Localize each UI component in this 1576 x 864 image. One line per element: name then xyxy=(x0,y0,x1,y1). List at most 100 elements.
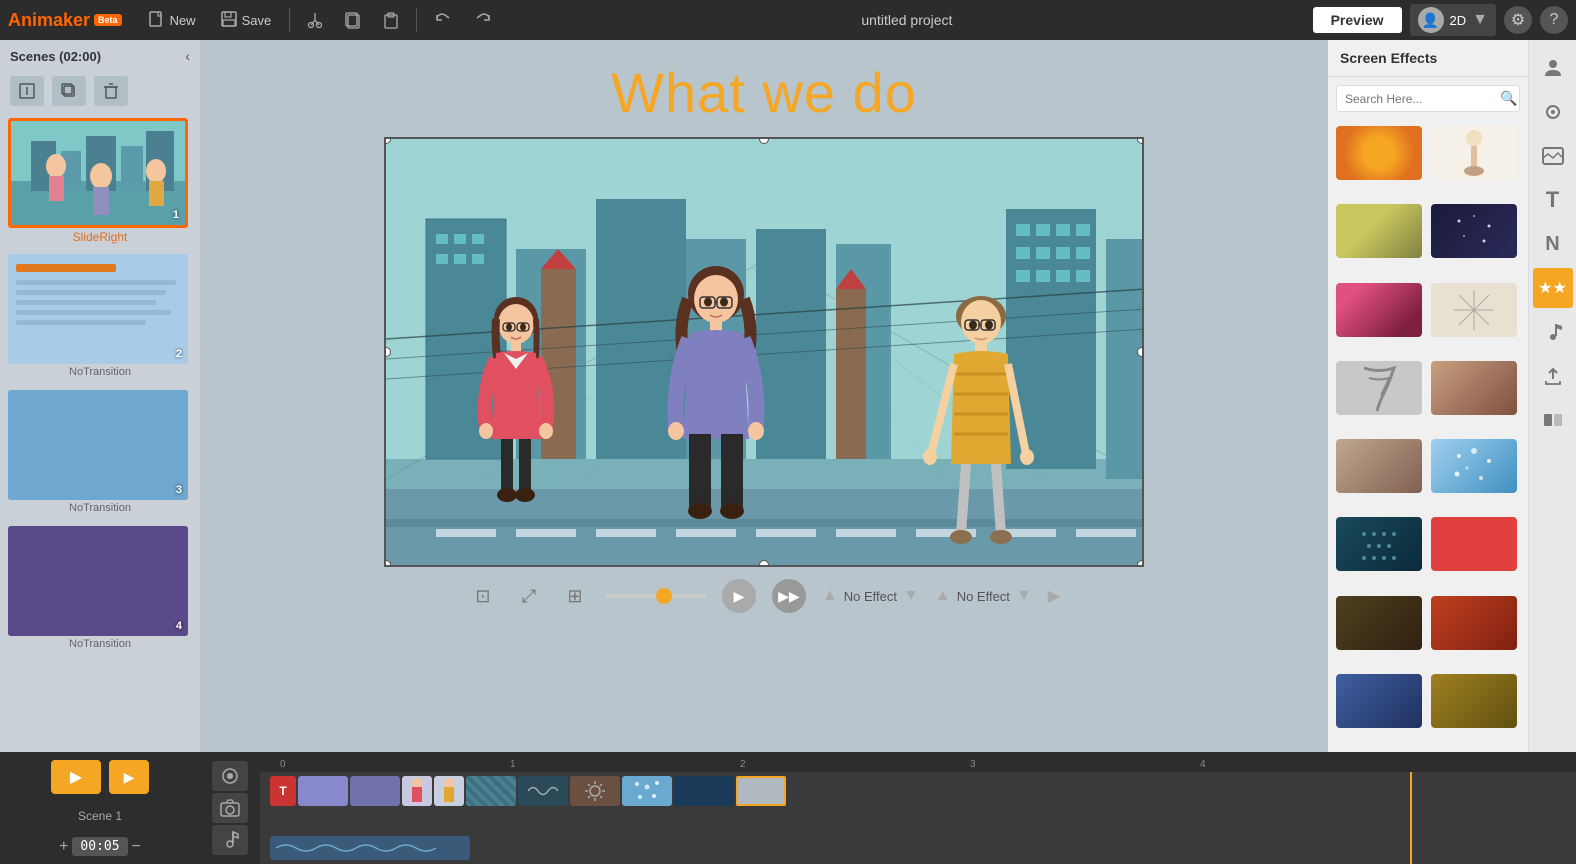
clip-gear[interactable] xyxy=(570,776,620,806)
text-button[interactable]: T xyxy=(1533,180,1573,220)
audio-track[interactable] xyxy=(270,836,470,860)
copy-button[interactable] xyxy=(336,7,370,33)
bowling-icon xyxy=(1459,128,1489,178)
minus-time-button[interactable]: − xyxy=(132,838,141,856)
clip-snow[interactable] xyxy=(622,776,672,806)
clip-bg2[interactable] xyxy=(350,776,400,806)
undo-button[interactable] xyxy=(425,7,461,33)
clip-selected[interactable] xyxy=(736,776,786,806)
scene2-transition: NoTransition xyxy=(8,364,192,382)
scene-thumb-3[interactable]: 3 xyxy=(8,390,188,500)
clip-bg1[interactable] xyxy=(298,776,348,806)
selection-handle-bm[interactable] xyxy=(759,560,769,567)
effect-thumb-7[interactable] xyxy=(1336,361,1422,415)
scene-thumb-2[interactable]: 2 xyxy=(8,254,188,364)
scenes-collapse-button[interactable]: ‹ xyxy=(185,48,190,64)
clip-dark2[interactable] xyxy=(674,776,734,806)
effects-search-box[interactable]: 🔍 xyxy=(1336,85,1520,112)
gear-clip-icon xyxy=(583,779,607,803)
fit-view-button[interactable]: ⊡ xyxy=(468,581,498,611)
delete-scene-button[interactable] xyxy=(94,76,128,106)
effects-button[interactable]: ★★ xyxy=(1533,268,1573,308)
clip-char2[interactable] xyxy=(434,776,464,806)
redo-button[interactable] xyxy=(465,7,501,33)
play-button[interactable]: ▶ xyxy=(722,579,756,613)
new-label: New xyxy=(170,13,196,28)
effect2-selector[interactable]: ▲ No Effect ▼ xyxy=(935,587,1032,605)
clip-char1[interactable] xyxy=(402,776,432,806)
play-all-button[interactable]: ▶ xyxy=(51,760,101,794)
save-button[interactable]: Save xyxy=(210,7,282,33)
settings-icon[interactable]: ⚙ xyxy=(1504,6,1532,34)
canvas-frame[interactable]: ⊞ 🗑 △ ⇌ xyxy=(384,137,1144,567)
effect-thumb-14[interactable] xyxy=(1431,596,1517,650)
effect-thumb-3[interactable] xyxy=(1336,204,1422,258)
effect-thumb-6[interactable] xyxy=(1431,283,1517,337)
help-icon[interactable]: ? xyxy=(1540,6,1568,34)
camera-tool-button[interactable] xyxy=(212,793,248,823)
effect1-down-arrow[interactable]: ▼ xyxy=(903,587,919,605)
duplicate-scene-button[interactable] xyxy=(52,76,86,106)
scene-thumb-1[interactable]: 1 xyxy=(8,118,188,228)
mode-selector[interactable]: 👤 2D ▼ xyxy=(1410,4,1496,36)
selection-handle-br[interactable] xyxy=(1137,560,1144,567)
effects-search-input[interactable] xyxy=(1345,92,1500,106)
props-button[interactable] xyxy=(1533,92,1573,132)
effect-thumb-13[interactable] xyxy=(1336,596,1422,650)
effect-thumb-9[interactable] xyxy=(1336,439,1422,493)
timeline-playhead[interactable] xyxy=(1410,772,1412,864)
effect-thumb-2[interactable] xyxy=(1431,126,1517,180)
effect-thumb-8[interactable] xyxy=(1431,361,1517,415)
scene1-preview xyxy=(11,121,188,228)
grid-button[interactable]: ⊞ xyxy=(560,581,590,611)
effect-thumb-15[interactable] xyxy=(1336,674,1422,728)
clip-dark[interactable] xyxy=(518,776,568,806)
preview-button[interactable]: Preview xyxy=(1313,7,1402,33)
add-scene-button[interactable] xyxy=(10,76,44,106)
music-button[interactable] xyxy=(1533,312,1573,352)
paste-button[interactable] xyxy=(374,7,408,33)
effect2-up-arrow[interactable]: ▲ xyxy=(935,587,951,605)
scene-item-1[interactable]: 1 SlideRight xyxy=(8,118,192,246)
effect-thumb-11[interactable] xyxy=(1336,517,1422,571)
effect-thumb-1[interactable] xyxy=(1336,126,1422,180)
scene-item-4[interactable]: 4 NoTransition xyxy=(8,526,192,654)
upload-button[interactable] xyxy=(1533,356,1573,396)
ruler-2: 2 xyxy=(740,759,746,770)
scene-thumb-4[interactable]: 4 xyxy=(8,526,188,636)
tornado-icon xyxy=(1359,363,1399,413)
effect2-down-arrow[interactable]: ▼ xyxy=(1016,587,1032,605)
add-time-button[interactable]: + xyxy=(59,838,68,856)
timeline-tools xyxy=(200,752,260,864)
effect-thumb-5[interactable] xyxy=(1336,283,1422,337)
effect1-selector[interactable]: ▲ No Effect ▼ xyxy=(822,587,919,605)
effect1-up-arrow[interactable]: ▲ xyxy=(822,587,838,605)
transition-button[interactable] xyxy=(1533,400,1573,440)
scene-item-2[interactable]: 2 NoTransition xyxy=(8,254,192,382)
play-next-button[interactable]: ▶▶ xyxy=(772,579,806,613)
effect-thumb-10[interactable] xyxy=(1431,439,1517,493)
selection-handle-bl[interactable] xyxy=(384,560,391,567)
canvas-area: What we do ⊞ 🗑 △ ⇌ xyxy=(200,40,1328,752)
new-button[interactable]: New xyxy=(138,7,206,33)
play-scene-button[interactable]: ▶ xyxy=(109,760,149,794)
selection-handle-tr[interactable] xyxy=(1137,137,1144,144)
selection-handle-mr[interactable] xyxy=(1137,347,1144,357)
effect-thumb-4[interactable] xyxy=(1431,204,1517,258)
cut-button[interactable] xyxy=(298,7,332,33)
scene-item-3[interactable]: 3 NoTransition xyxy=(8,390,192,518)
numbers-button[interactable]: N xyxy=(1533,224,1573,264)
clip-text[interactable]: T xyxy=(270,776,296,806)
timeline-tracks: 0 1 2 3 4 T xyxy=(260,752,1576,864)
animation-tool-button[interactable] xyxy=(212,761,248,791)
wave-icon xyxy=(528,781,558,801)
effect2-right-arrow[interactable]: ▶ xyxy=(1048,586,1060,606)
music-tool-button[interactable] xyxy=(212,825,248,855)
characters-button[interactable] xyxy=(1533,48,1573,88)
clip-fx1[interactable] xyxy=(466,776,516,806)
fullscreen-button[interactable]: ⤢ xyxy=(514,581,544,611)
backgrounds-button[interactable] xyxy=(1533,136,1573,176)
effect-thumb-16[interactable] xyxy=(1431,674,1517,728)
zoom-slider[interactable] xyxy=(606,594,706,598)
effect-thumb-12[interactable] xyxy=(1431,517,1517,571)
